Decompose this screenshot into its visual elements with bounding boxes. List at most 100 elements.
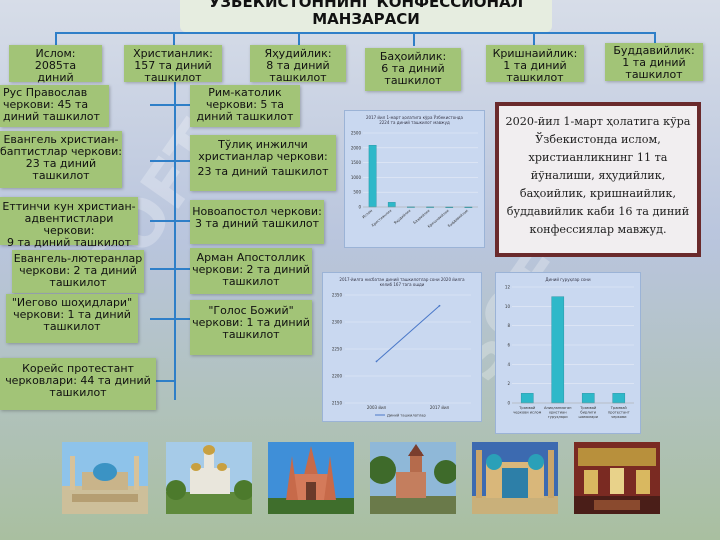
church-voice-of-god: "Голос Божий" черкови: 1 та диний ташкил…: [190, 300, 312, 355]
x-tick-label: христиан: [549, 411, 567, 415]
connector-line: [55, 32, 57, 46]
data-point: [438, 304, 441, 307]
x-tick-label: шамолари: [578, 415, 598, 419]
church-text-line: ташкилот: [32, 169, 90, 182]
church-text-line: христианлар черкови:: [198, 150, 328, 163]
x-tick-label: Трамвай: [518, 406, 536, 410]
church-new-apostolic: Новоапостол черкови: 3 та диний ташкилот: [190, 200, 324, 244]
branch-line: [150, 104, 190, 106]
y-tick-label: 0: [358, 205, 361, 210]
x-tick-label: Аниқланмаган: [544, 406, 572, 410]
church-roman-catholic: Рим-католик черкови: 5 та диний ташкилот: [190, 85, 300, 127]
catholic-church-photo: [268, 442, 354, 514]
confession-count: 6 та диний ташкилот: [381, 62, 445, 87]
connector-line: [533, 32, 535, 46]
church-text-line: ташкилот: [43, 320, 101, 333]
y-tick-label: 1000: [351, 175, 362, 180]
y-tick-label: 6: [507, 343, 510, 348]
y-tick-label: 2250: [332, 347, 343, 352]
church-russian-orthodox: Рус Православ черкови: 45 та диний ташки…: [0, 85, 109, 127]
x-tick-label: черкови: [611, 415, 627, 419]
branch-line: [150, 268, 190, 270]
church-evangelical-lutheran: Евангель-лютеранлар черкови: 2 та диний …: [12, 250, 144, 293]
y-tick-label: 8: [507, 323, 510, 328]
orthodox-cathedral-photo: [166, 442, 252, 514]
church-seventh-day-adventist: Еттинчи кун христиан- адвентистлари черк…: [0, 197, 138, 249]
church-text-line: ташкилот: [49, 386, 107, 399]
bar: [368, 145, 377, 208]
chart-organizations-2017: 2017 йил 1-март ҳолатига кўра Ўзбекистон…: [344, 110, 485, 248]
y-tick-label: 12: [505, 285, 511, 290]
y-tick-label: 1500: [351, 160, 362, 165]
lutheran-church-photo: [370, 442, 456, 514]
church-text-line: 3 та диний ташкилот: [194, 217, 320, 230]
chart-religious-groups: Диний гуруҳлар сони 12 10 8 6 4 2 0 Трамвай черко…: [495, 272, 641, 434]
confession-judaism: Яҳудийлик: 8 та диний ташкилот: [250, 45, 346, 84]
data-point: [375, 360, 378, 363]
x-tick-label: бирлиги: [580, 411, 596, 415]
bar: [612, 393, 626, 404]
x-tick-label: гуруҳлари: [548, 415, 568, 419]
bar: [520, 393, 534, 404]
bar: [387, 202, 396, 208]
church-jehovah-witnesses: "Иегово шоҳидлари" черкови: 1 та диний т…: [6, 294, 138, 343]
church-text-line: ташкилот: [49, 276, 107, 289]
connector-line: [413, 32, 415, 46]
confession-krishna: Кришнаийлик: 1 та диний ташкилот: [486, 45, 584, 84]
info-summary-box: 2020-йил 1-март ҳолатига кўра Ўзбекистон…: [495, 102, 701, 257]
confession-bahai: Баҳоийлик: 6 та диний ташкилот: [365, 48, 461, 91]
chart-title: Диний гуруҳлар сони: [545, 277, 591, 282]
y-tick-label: 2350: [332, 293, 343, 298]
church-text-line: 9 та диний ташкилот: [6, 236, 132, 249]
x-tick-label: Ислом: [362, 209, 374, 220]
x-tick-label: Трамвай: [579, 406, 597, 410]
confession-count: 1 та диний ташкилот: [503, 59, 567, 84]
church-armenian-apostolic: Арман Апостоллик черкови: 2 та диний таш…: [190, 248, 312, 294]
church-evangelical-baptist: Евангель христиан- баптистлар черкови: 2…: [0, 131, 122, 188]
bar: [581, 393, 595, 404]
y-tick-label: 500: [353, 190, 361, 195]
y-tick-label: 2: [507, 381, 510, 386]
series-line: [376, 305, 440, 362]
title-line-2: МАНЗАРАСИ: [312, 10, 420, 28]
x-tick-label: 2003 йил: [367, 405, 387, 410]
y-tick-label: 4: [507, 362, 510, 367]
page-title: ЎЗБЕКИСТОННИНГ КОНФЕССИОНАЛ МАНЗАРАСИ: [180, 0, 552, 32]
church-text-line: диний ташкилот: [3, 110, 100, 123]
line-chart-growth: 2017-йилга нисбатан диний ташкилотлар со…: [332, 277, 471, 418]
y-tick-label: 2300: [332, 320, 343, 325]
legend-label: Диний ташкилотлар: [387, 414, 426, 418]
bar-chart-2017: 2017 йил 1-март ҳолатига кўра Ўзбекистон…: [351, 115, 478, 229]
bar-chart-groups: Диний гуруҳлар сони121086420Трамвайчерко…: [505, 277, 634, 419]
connector-line: [173, 32, 175, 46]
church-text-line: 23 та диний ташкилот: [197, 165, 329, 178]
chart-title: 2224 та диний ташкилот мавжуд: [379, 120, 450, 125]
mosque-square-photo: [62, 442, 148, 514]
x-tick-label: протестант: [608, 411, 630, 415]
info-text: 2020-йил 1-март ҳолатига кўра Ўзбекистон…: [505, 115, 691, 236]
x-tick-label: Яҳудийлик: [393, 208, 412, 225]
y-tick-label: 10: [505, 304, 511, 309]
y-tick-label: 2000: [351, 145, 362, 150]
branch-line: [150, 318, 190, 320]
church-korean-protestant: Корейс протестант черковлари: 44 та дини…: [0, 358, 156, 410]
x-tick-label: Трамвай: [610, 406, 628, 410]
x-tick-label: 2017 йил: [430, 405, 450, 410]
chart-title: келиб 167 тага ошди: [380, 282, 425, 287]
church-text-line: ташкилот: [222, 328, 280, 341]
chart-growth-line: 2017-йилга нисбатан диний ташкилотлар со…: [322, 272, 482, 422]
confession-buddhism: Буддавийлик: 1 та диний ташкилот: [605, 43, 703, 81]
synagogue-interior-photo: [574, 442, 660, 514]
registan-madrasa-photo: [472, 442, 558, 514]
bar: [551, 296, 565, 404]
church-full-gospel: Тўлиқ инжилчи христианлар черкови: 23 та…: [190, 135, 336, 191]
y-tick-label: 2200: [332, 374, 343, 379]
top-connector-line: [55, 32, 655, 34]
confession-count: 8 та диний ташкилот: [266, 59, 330, 84]
x-tick-label: черкови ислом: [513, 411, 541, 415]
confession-islam: Ислом: 2085та диний ташкилот: [9, 45, 102, 96]
confession-count: 157 та диний ташкилот: [134, 59, 212, 84]
x-tick-label: Христианлик: [371, 208, 393, 228]
church-text-line: адвентистлари черкови:: [24, 212, 114, 237]
connector-line: [298, 32, 300, 46]
